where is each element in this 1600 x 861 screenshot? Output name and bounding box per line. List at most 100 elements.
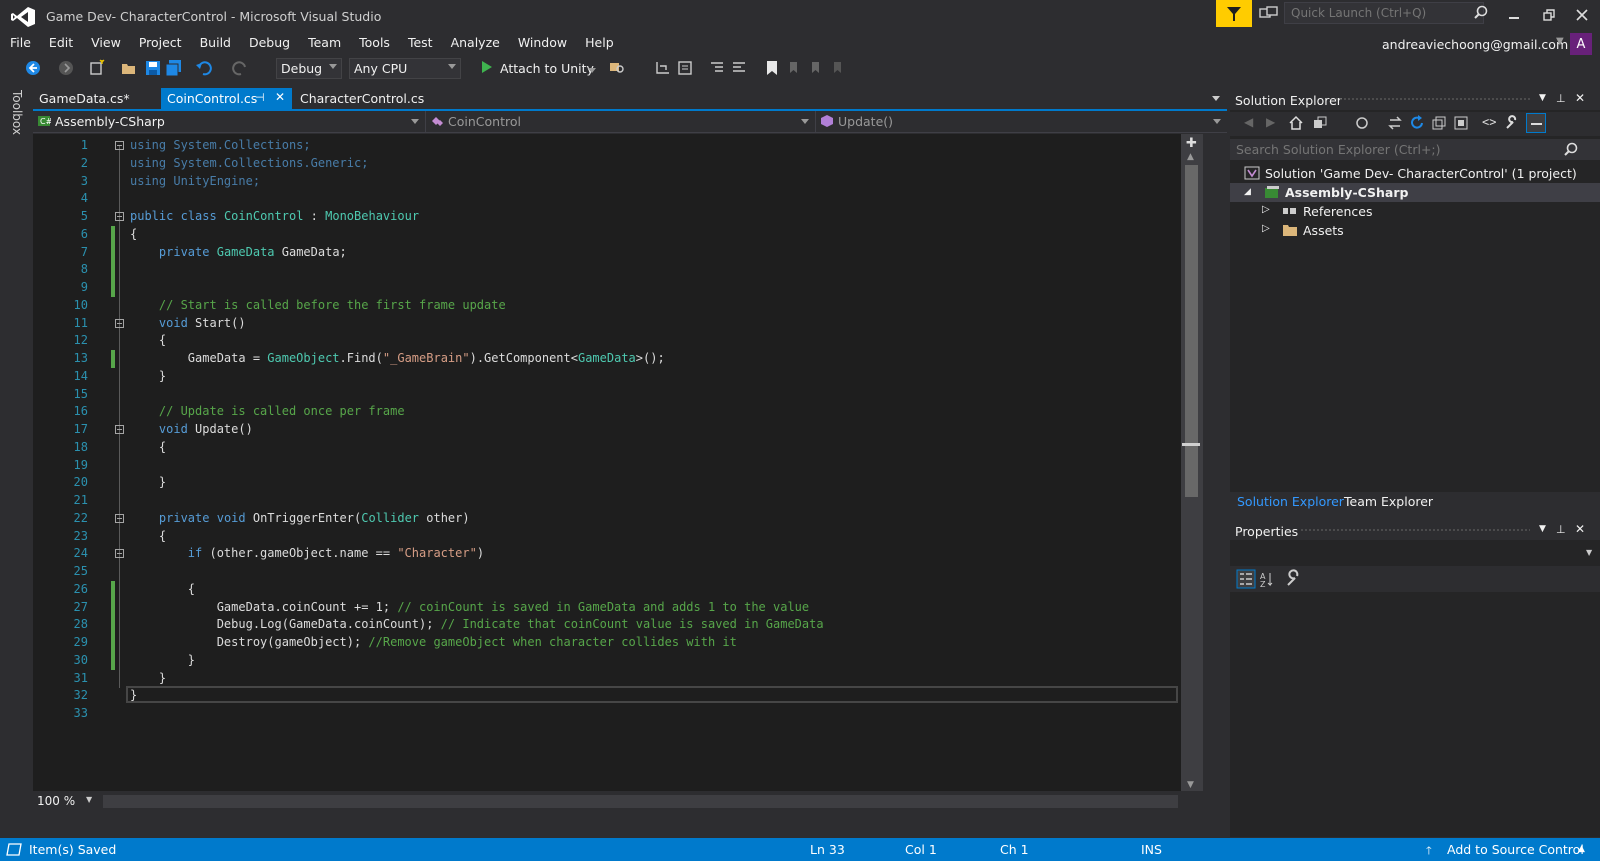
split-editor-icon[interactable]: ✚ xyxy=(1186,136,1197,151)
tab-solution-explorer[interactable]: Solution Explorer xyxy=(1237,494,1344,509)
avatar[interactable]: A xyxy=(1570,33,1592,55)
menu-window[interactable]: Window xyxy=(508,32,575,54)
collapse-region-icon[interactable] xyxy=(115,549,124,559)
code-line[interactable]: 9 xyxy=(33,279,1203,297)
code-line[interactable]: 26 { xyxy=(33,580,1203,599)
code-line[interactable]: 1 using System.Collections; xyxy=(33,137,1203,154)
next-bookmark-icon[interactable] xyxy=(807,59,825,77)
project-select[interactable]: C# Assembly-CSharp xyxy=(33,111,426,132)
menu-edit[interactable]: Edit xyxy=(39,32,81,54)
configuration-select[interactable]: Debug xyxy=(276,58,342,79)
close-tab-icon[interactable]: ✕ xyxy=(275,90,285,104)
home-icon[interactable] xyxy=(1288,115,1304,131)
menu-test[interactable]: Test xyxy=(398,32,441,54)
open-file-icon[interactable] xyxy=(120,59,138,77)
pin-icon[interactable]: ⊥ xyxy=(1556,92,1566,105)
navigate-forward-icon[interactable] xyxy=(57,59,75,77)
collapse-all-icon[interactable] xyxy=(1431,115,1447,131)
scrollbar-thumb[interactable] xyxy=(1185,165,1198,497)
close-panel-icon[interactable]: ✕ xyxy=(1575,91,1585,105)
new-project-icon[interactable] xyxy=(88,59,106,77)
member-select[interactable]: Update() xyxy=(816,111,1227,132)
code-line[interactable]: 17 void Update() xyxy=(33,421,1203,438)
code-line[interactable]: 8 xyxy=(33,261,1203,280)
code-line[interactable]: 24 if (other.gameObject.name == "Charact… xyxy=(33,545,1203,562)
menu-project[interactable]: Project xyxy=(129,32,190,54)
class-select[interactable]: CoinControl xyxy=(426,111,816,132)
code-line[interactable]: 3 using UnityEngine; xyxy=(33,173,1203,190)
source-control-caret-icon[interactable]: ▲ xyxy=(1578,844,1585,854)
menu-team[interactable]: Team xyxy=(298,32,349,54)
attach-dropdown-icon[interactable] xyxy=(588,68,596,73)
search-icon[interactable] xyxy=(1474,5,1488,22)
close-window-button[interactable] xyxy=(1568,4,1596,26)
panel-dropdown-icon[interactable]: ▼ xyxy=(1539,93,1546,103)
code-line[interactable]: 2 using System.Collections.Generic; xyxy=(33,155,1203,172)
code-line[interactable]: 18 { xyxy=(33,439,1203,456)
tabs-dropdown-icon[interactable] xyxy=(1212,96,1220,101)
tab-team-explorer[interactable]: Team Explorer xyxy=(1344,494,1433,509)
collapse-region-icon[interactable] xyxy=(115,425,124,434)
navigate-back-icon[interactable] xyxy=(24,59,42,77)
tree-item-project[interactable]: ◢ Assembly-CSharp xyxy=(1230,183,1600,202)
search-icon[interactable] xyxy=(1564,142,1578,159)
pin-icon[interactable]: ⊥ xyxy=(1556,523,1566,536)
collapse-region-icon[interactable] xyxy=(115,141,124,150)
code-line[interactable]: 30 } xyxy=(33,651,1203,670)
view-code-icon[interactable]: <> xyxy=(1482,115,1496,129)
code-line[interactable]: 12 { xyxy=(33,332,1203,349)
preview-selected-items-button[interactable] xyxy=(1526,113,1546,133)
code-line[interactable]: 29 Destroy(gameObject); //Remove gameObj… xyxy=(33,634,1203,652)
step-into-icon[interactable] xyxy=(654,59,672,77)
save-icon[interactable] xyxy=(144,59,162,77)
quick-launch-input[interactable] xyxy=(1284,2,1484,24)
add-to-source-control-button[interactable]: Add to Source Control xyxy=(1447,842,1584,857)
switch-views-icon[interactable] xyxy=(1312,115,1328,131)
scroll-down-icon[interactable]: ▼ xyxy=(1187,780,1194,790)
code-line[interactable]: 23 { xyxy=(33,528,1203,545)
toolbox-tab[interactable]: Toolbox xyxy=(10,90,24,135)
uncomment-icon[interactable] xyxy=(730,59,748,77)
show-all-files-icon[interactable] xyxy=(1453,115,1469,131)
alphabetical-icon[interactable]: AZ xyxy=(1258,569,1278,589)
code-line[interactable]: 11 void Start() xyxy=(33,315,1203,332)
find-in-files-icon[interactable] xyxy=(608,59,626,77)
comment-out-icon[interactable] xyxy=(708,59,726,77)
close-panel-icon[interactable]: ✕ xyxy=(1575,522,1585,536)
code-line[interactable]: 27 GameData.coinCount += 1; // coinCount… xyxy=(33,598,1203,617)
collapse-region-icon[interactable] xyxy=(115,318,124,328)
scroll-up-icon[interactable]: ▲ xyxy=(1187,152,1194,162)
menu-tools[interactable]: Tools xyxy=(349,32,398,54)
code-line[interactable]: 33 xyxy=(33,705,1203,722)
sync-icon[interactable] xyxy=(1387,115,1403,131)
properties-object-select[interactable]: ▼ xyxy=(1230,543,1600,564)
upload-arrow-icon[interactable]: 🡑 xyxy=(1426,842,1432,861)
properties-wrench-icon[interactable] xyxy=(1504,115,1520,131)
tab-gamedata[interactable]: GameData.cs* xyxy=(33,88,159,109)
panel-dropdown-icon[interactable]: ▼ xyxy=(1539,524,1546,534)
collapsed-arrow-icon[interactable]: ▷ xyxy=(1262,204,1270,215)
platform-select[interactable]: Any CPU xyxy=(349,58,461,79)
code-line[interactable]: 25 xyxy=(33,563,1203,580)
menu-debug[interactable]: Debug xyxy=(239,32,298,54)
collapsed-arrow-icon[interactable]: ▷ xyxy=(1262,223,1270,234)
tree-item-assets[interactable]: ▷ Assets xyxy=(1230,221,1600,240)
tree-item-references[interactable]: ▷ References xyxy=(1230,202,1600,221)
code-line[interactable]: 28 Debug.Log(GameData.coinCount); // Ind… xyxy=(33,616,1203,635)
code-line[interactable]: 22 private void OnTriggerEnter(Collider … xyxy=(33,510,1203,527)
categorized-icon[interactable] xyxy=(1236,569,1256,589)
step-over-icon[interactable] xyxy=(676,59,694,77)
pending-changes-filter-icon[interactable] xyxy=(1354,115,1370,131)
horizontal-scrollbar[interactable] xyxy=(103,795,1178,808)
code-line[interactable]: 13 GameData = GameObject.Find("_GameBrai… xyxy=(33,350,1203,368)
code-line[interactable]: 4 xyxy=(33,190,1203,207)
code-line[interactable]: 6{ xyxy=(33,225,1203,244)
code-line[interactable]: 14 } xyxy=(33,368,1203,385)
refresh-icon[interactable] xyxy=(1409,115,1425,131)
code-line[interactable]: 7 private GameData GameData; xyxy=(33,243,1203,262)
code-line[interactable]: 15 xyxy=(33,386,1203,403)
zoom-select[interactable]: 100 % ▼ xyxy=(33,793,95,811)
code-line[interactable]: 31 } xyxy=(33,670,1203,687)
undo-icon[interactable] xyxy=(195,59,213,77)
minimize-button[interactable] xyxy=(1500,4,1528,26)
